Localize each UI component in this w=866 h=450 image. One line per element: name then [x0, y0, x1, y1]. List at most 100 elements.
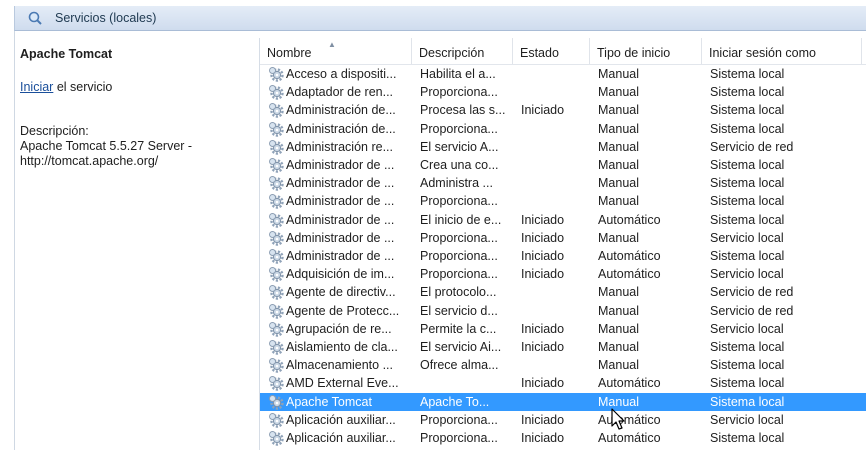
service-description: Proporciona...: [420, 267, 498, 282]
service-description: El servicio d...: [420, 303, 498, 318]
service-gear-icon: [269, 376, 284, 392]
service-startup-type: Manual: [598, 358, 639, 373]
column-header-row: ▲ Nombre Descripción Estado Tipo de inic…: [260, 38, 866, 65]
service-description: Proporciona...: [420, 121, 498, 136]
service-description: Proporciona...: [420, 412, 498, 427]
service-row[interactable]: Aislamiento de cla... El servicio Ai... In…: [260, 338, 866, 356]
service-state: Iniciado: [521, 230, 565, 245]
service-name: Administración re...: [286, 139, 393, 154]
service-description: Administra ...: [420, 176, 493, 191]
service-state: Iniciado: [521, 340, 565, 354]
service-startup-type: Automático: [598, 212, 661, 227]
service-row[interactable]: Administración de... Proporciona... Manual…: [260, 120, 866, 138]
start-service-row: Iniciar el servicio: [20, 80, 112, 94]
service-state: Iniciado: [521, 249, 565, 263]
service-row[interactable]: Administración re... El servicio A... Manu…: [260, 138, 866, 156]
service-startup-type: Manual: [598, 121, 639, 136]
service-detail-panel: Apache Tomcat Iniciar el servicio Descri…: [14, 31, 259, 450]
service-row[interactable]: Adaptador de ren... Proporciona... Manual S…: [260, 83, 866, 101]
service-row[interactable]: Administrador de ... Proporciona... Inicia…: [260, 247, 866, 265]
service-row[interactable]: Agente de directiv... El protocolo... Manu…: [260, 283, 866, 301]
service-state: Iniciado: [521, 376, 565, 391]
service-gear-icon: [269, 139, 284, 155]
service-state: Iniciado: [521, 431, 565, 445]
service-name: Administrador de ...: [286, 230, 395, 245]
service-state: [521, 120, 591, 138]
description-label: Descripción:: [20, 124, 89, 138]
column-header-state[interactable]: Estado: [513, 38, 590, 64]
service-state: [521, 138, 591, 156]
start-service-suffix: el servicio: [53, 80, 113, 94]
service-row[interactable]: Administrador de ... El inicio de e... Ini…: [260, 211, 866, 229]
service-logon-as: Servicio local: [710, 321, 784, 336]
service-startup-type: Manual: [598, 85, 639, 100]
service-startup-type: Automático: [598, 249, 661, 263]
service-startup-type: Manual: [598, 230, 639, 245]
service-gear-icon: [269, 67, 284, 82]
column-header-name[interactable]: ▲ Nombre: [260, 38, 412, 64]
service-row[interactable]: Almacenamiento ... Ofrece alma... Manual Si…: [260, 356, 866, 374]
service-gear-icon: [269, 285, 284, 301]
service-startup-type: Automático: [598, 267, 661, 282]
service-row[interactable]: Administrador de ... Proporciona... Manual…: [260, 192, 866, 210]
start-service-link[interactable]: Iniciar: [20, 80, 53, 94]
service-name: Agrupación de re...: [286, 321, 392, 336]
service-name: Adquisición de im...: [286, 267, 395, 282]
service-name: Administrador de ...: [286, 176, 395, 191]
service-state: [521, 65, 591, 83]
service-description: Permite la c...: [420, 321, 497, 336]
service-row[interactable]: Aplicación auxiliar... Proporciona... Inic…: [260, 411, 866, 429]
service-startup-type: Manual: [598, 139, 639, 154]
service-startup-type: Manual: [598, 103, 639, 118]
service-logon-as: Sistema local: [710, 376, 785, 391]
service-logon-as: Sistema local: [710, 103, 785, 118]
service-name: Administrador de ...: [286, 212, 395, 227]
service-logon-as: Servicio local: [710, 412, 784, 427]
service-row[interactable]: Aplicación auxiliar... Proporciona... Inic…: [260, 429, 866, 447]
service-row[interactable]: Adquisición de im... Proporciona... Inicia…: [260, 265, 866, 283]
service-logon-as: Sistema local: [710, 394, 785, 409]
service-logon-as: Sistema local: [710, 121, 785, 136]
column-header-description[interactable]: Descripción: [412, 38, 513, 64]
column-header-startup-type[interactable]: Tipo de inicio: [590, 38, 702, 64]
service-name: Acceso a dispositi...: [286, 67, 397, 81]
service-gear-icon: [269, 267, 284, 282]
mouse-pointer-icon: [611, 408, 625, 430]
service-gear-icon: [269, 340, 284, 355]
service-startup-type: Manual: [598, 303, 639, 318]
service-row[interactable]: Acceso a dispositi... Habilita el a... Man…: [260, 65, 866, 83]
service-row[interactable]: Agrupación de re... Permite la c... Inicia…: [260, 320, 866, 338]
service-logon-as: Sistema local: [710, 158, 785, 172]
service-logon-as: Servicio de red: [710, 285, 794, 300]
service-row[interactable]: Administrador de ... Administra ... Manual…: [260, 174, 866, 192]
service-state: Iniciado: [521, 267, 565, 282]
service-logon-as: Servicio local: [710, 267, 784, 282]
service-gear-icon: [269, 394, 284, 410]
column-header-startup-type-label: Tipo de inicio: [597, 46, 671, 60]
service-name: Administración de...: [286, 121, 396, 136]
service-row[interactable]: Administración de... Procesa las s... Inic…: [260, 101, 866, 119]
service-state: Iniciado: [521, 412, 565, 427]
column-header-state-label: Estado: [520, 46, 559, 60]
service-description: Ofrece alma...: [420, 358, 499, 373]
column-header-logon-as[interactable]: Iniciar sesión como: [702, 38, 862, 64]
service-row[interactable]: Administrador de ... Proporciona... Inicia…: [260, 229, 866, 247]
service-state: [521, 174, 591, 192]
service-name: Almacenamiento ...: [286, 358, 393, 373]
selected-service-name: Apache Tomcat: [20, 47, 113, 61]
service-row[interactable]: Agente de Protecc... El servicio d... Manu…: [260, 302, 866, 320]
service-name: Administración de...: [286, 103, 396, 118]
service-gear-icon: [269, 176, 284, 191]
service-row[interactable]: Administrador de ... Crea una co... Manual…: [260, 156, 866, 174]
service-startup-type: Manual: [598, 340, 639, 354]
service-row[interactable]: AMD External Eve... Iniciado Automático Sis…: [260, 374, 866, 392]
service-gear-icon: [269, 321, 284, 337]
service-logon-as: Sistema local: [710, 358, 785, 373]
service-state: Iniciado: [521, 321, 565, 336]
service-name: Aplicación auxiliar...: [286, 431, 396, 445]
service-state: [521, 192, 591, 210]
service-gear-icon: [269, 431, 284, 446]
service-row[interactable]: Apache Tomcat Apache To... Manual Sistema l…: [260, 392, 866, 411]
services-list[interactable]: ▲ Nombre Descripción Estado Tipo de inic…: [259, 38, 866, 450]
service-name: Adaptador de ren...: [286, 85, 394, 100]
